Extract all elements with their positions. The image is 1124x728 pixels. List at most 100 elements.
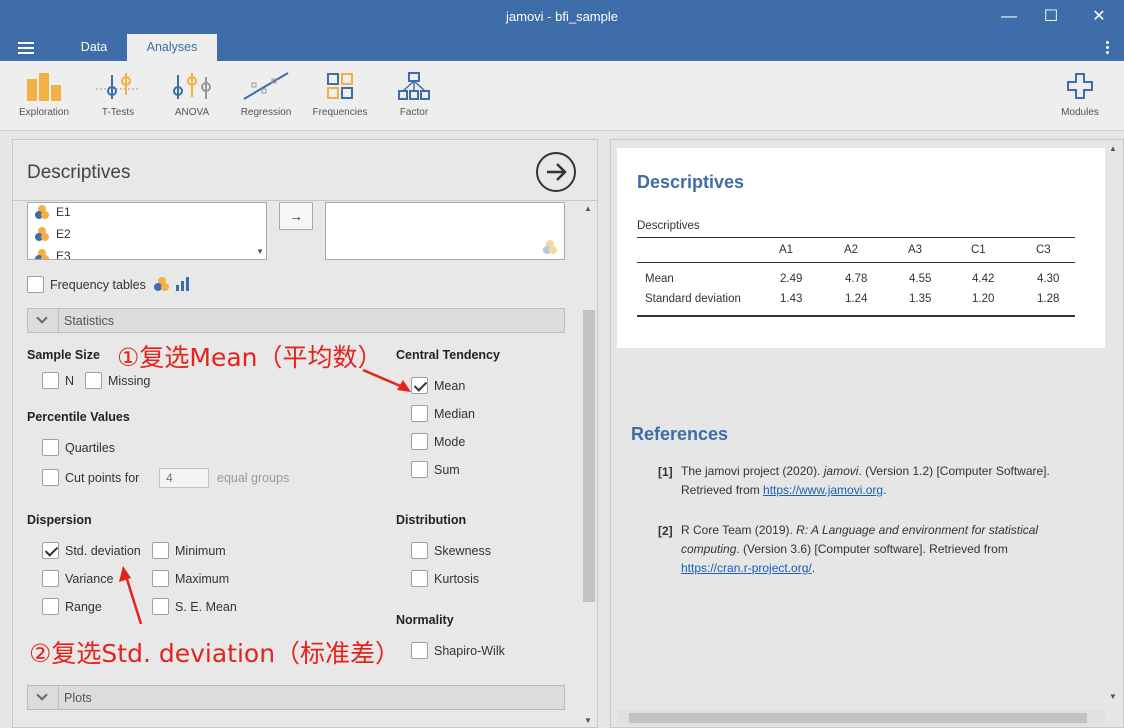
quartiles-label: Quartiles <box>65 441 116 455</box>
frequency-tables-label: Frequency tables <box>50 278 146 292</box>
cut-points-checkbox[interactable] <box>42 469 59 486</box>
std-deviation-checkbox[interactable] <box>42 542 59 559</box>
ttest-icon <box>96 73 140 99</box>
nominal-variable-icon <box>34 226 50 242</box>
table-cell: 1.24 <box>845 293 868 305</box>
n-checkbox[interactable] <box>42 372 59 389</box>
column-header: A1 <box>779 244 794 256</box>
n-label: N <box>65 374 75 388</box>
ribbon-modules[interactable]: Modules <box>1045 71 1115 118</box>
tab-analyses[interactable]: Analyses <box>127 34 217 61</box>
minimum-label: Minimum <box>175 544 226 558</box>
range-label: Range <box>65 600 102 614</box>
quartiles-checkbox[interactable] <box>42 439 59 456</box>
range-checkbox[interactable] <box>42 598 59 615</box>
scrollbar-thumb[interactable] <box>629 713 1087 723</box>
maximum-checkbox[interactable] <box>152 570 169 587</box>
annotation-arrow-icon <box>119 566 143 625</box>
statistics-section-header[interactable]: Statistics <box>27 308 565 333</box>
results-hscrollbar[interactable] <box>617 710 1105 726</box>
missing-checkbox[interactable] <box>85 372 102 389</box>
se-mean-label: S. E. Mean <box>175 600 237 614</box>
annotation-std: ②复选Std. deviation（标准差） <box>29 639 401 668</box>
list-item[interactable]: E3 <box>34 247 71 259</box>
frequency-tables-checkbox[interactable] <box>27 276 44 293</box>
list-item[interactable]: E1 <box>34 203 71 221</box>
sum-checkbox[interactable] <box>411 461 428 478</box>
table-rule <box>637 315 1075 317</box>
more-options-icon[interactable] <box>1106 41 1110 56</box>
hamburger-menu-icon[interactable] <box>18 42 34 54</box>
list-item[interactable]: E2 <box>34 225 71 243</box>
kurtosis-checkbox[interactable] <box>411 570 428 587</box>
scroll-up-icon[interactable]: ▲ <box>584 204 592 213</box>
options-scrollbar[interactable]: ▲ ▼ <box>581 202 597 727</box>
variance-checkbox[interactable] <box>42 570 59 587</box>
section-label: Statistics <box>64 314 115 328</box>
minimize-button[interactable]: — <box>986 0 1032 34</box>
ribbon-factor[interactable]: Factor <box>379 71 449 118</box>
window-title: jamovi - bfi_sample <box>506 9 618 24</box>
close-button[interactable]: ✕ <box>1076 0 1122 34</box>
central-tendency-header: Central Tendency <box>396 348 500 362</box>
ribbon-regression[interactable]: Regression <box>231 71 301 118</box>
ribbon-frequencies[interactable]: Frequencies <box>305 71 375 118</box>
selected-variables-box[interactable] <box>325 202 565 260</box>
scroll-down-icon[interactable]: ▼ <box>1109 692 1117 701</box>
move-variable-button[interactable]: → <box>279 202 313 230</box>
annotation-mean: ①复选Mean（平均数） <box>117 343 383 372</box>
variance-label: Variance <box>65 572 114 586</box>
shapiro-wilk-checkbox[interactable] <box>411 642 428 659</box>
ribbon-label: Frequencies <box>312 107 368 118</box>
reference-link[interactable]: https://cran.r-project.org/ <box>681 561 812 575</box>
row-label: Mean <box>645 273 674 285</box>
ribbon-label: Exploration <box>18 107 70 118</box>
reference-part: The jamovi project (2020). <box>681 464 824 478</box>
analysis-options-panel: Descriptives E1 E2 E3 ▼ → Frequency tabl… <box>12 139 598 728</box>
mode-label: Mode <box>434 435 466 449</box>
reference-link[interactable]: https://www.jamovi.org <box>763 483 883 497</box>
run-analysis-button[interactable] <box>536 152 576 192</box>
table-cell: 1.35 <box>909 293 932 305</box>
median-checkbox[interactable] <box>411 405 428 422</box>
reference-number: [2] <box>658 524 673 538</box>
ribbon-label: Modules <box>1061 107 1099 118</box>
shapiro-wilk-label: Shapiro-Wilk <box>434 644 505 658</box>
minimum-checkbox[interactable] <box>152 542 169 559</box>
table-cell: 1.20 <box>972 293 995 305</box>
scroll-down-icon[interactable]: ▼ <box>256 247 264 256</box>
maximize-button[interactable]: ☐ <box>1028 0 1074 34</box>
se-mean-checkbox[interactable] <box>152 598 169 615</box>
scrollbar-thumb[interactable] <box>583 310 595 602</box>
cut-points-label: Cut points for <box>65 471 140 485</box>
sum-label: Sum <box>434 463 460 477</box>
menu-bar: Data Analyses <box>0 34 1124 61</box>
results-scrollbar[interactable]: ▲ ▼ <box>1105 140 1123 710</box>
table-cell: 2.49 <box>780 273 803 285</box>
equal-groups-label: equal groups <box>217 471 290 485</box>
table-rule <box>637 262 1075 263</box>
column-header: A2 <box>844 244 859 256</box>
reference-part: . (Version 3.6) [Computer software]. Ret… <box>736 542 1008 556</box>
divider <box>58 686 59 709</box>
chevron-down-icon <box>36 689 48 701</box>
result-title: Descriptives <box>637 172 745 192</box>
ribbon-exploration[interactable]: Exploration <box>9 71 79 118</box>
plots-section-header[interactable]: Plots <box>27 685 565 710</box>
table-rule <box>637 237 1075 238</box>
scroll-up-icon[interactable]: ▲ <box>1109 144 1117 153</box>
cut-points-input[interactable]: 4 <box>159 468 209 488</box>
ribbon-anova[interactable]: ANOVA <box>157 71 227 118</box>
skewness-checkbox[interactable] <box>411 542 428 559</box>
tab-data[interactable]: Data <box>62 34 126 61</box>
reference-number: [1] <box>658 465 673 479</box>
frequencies-icon <box>327 73 353 99</box>
variables-list[interactable]: E1 E2 E3 ▼ <box>27 202 267 260</box>
scroll-down-icon[interactable]: ▼ <box>584 716 592 725</box>
mode-checkbox[interactable] <box>411 433 428 450</box>
row-label: Standard deviation <box>645 293 741 305</box>
plus-icon <box>1067 73 1093 99</box>
ribbon-ttests[interactable]: T-Tests <box>83 71 153 118</box>
distribution-header: Distribution <box>396 513 467 527</box>
annotation-arrow-icon <box>362 368 411 392</box>
